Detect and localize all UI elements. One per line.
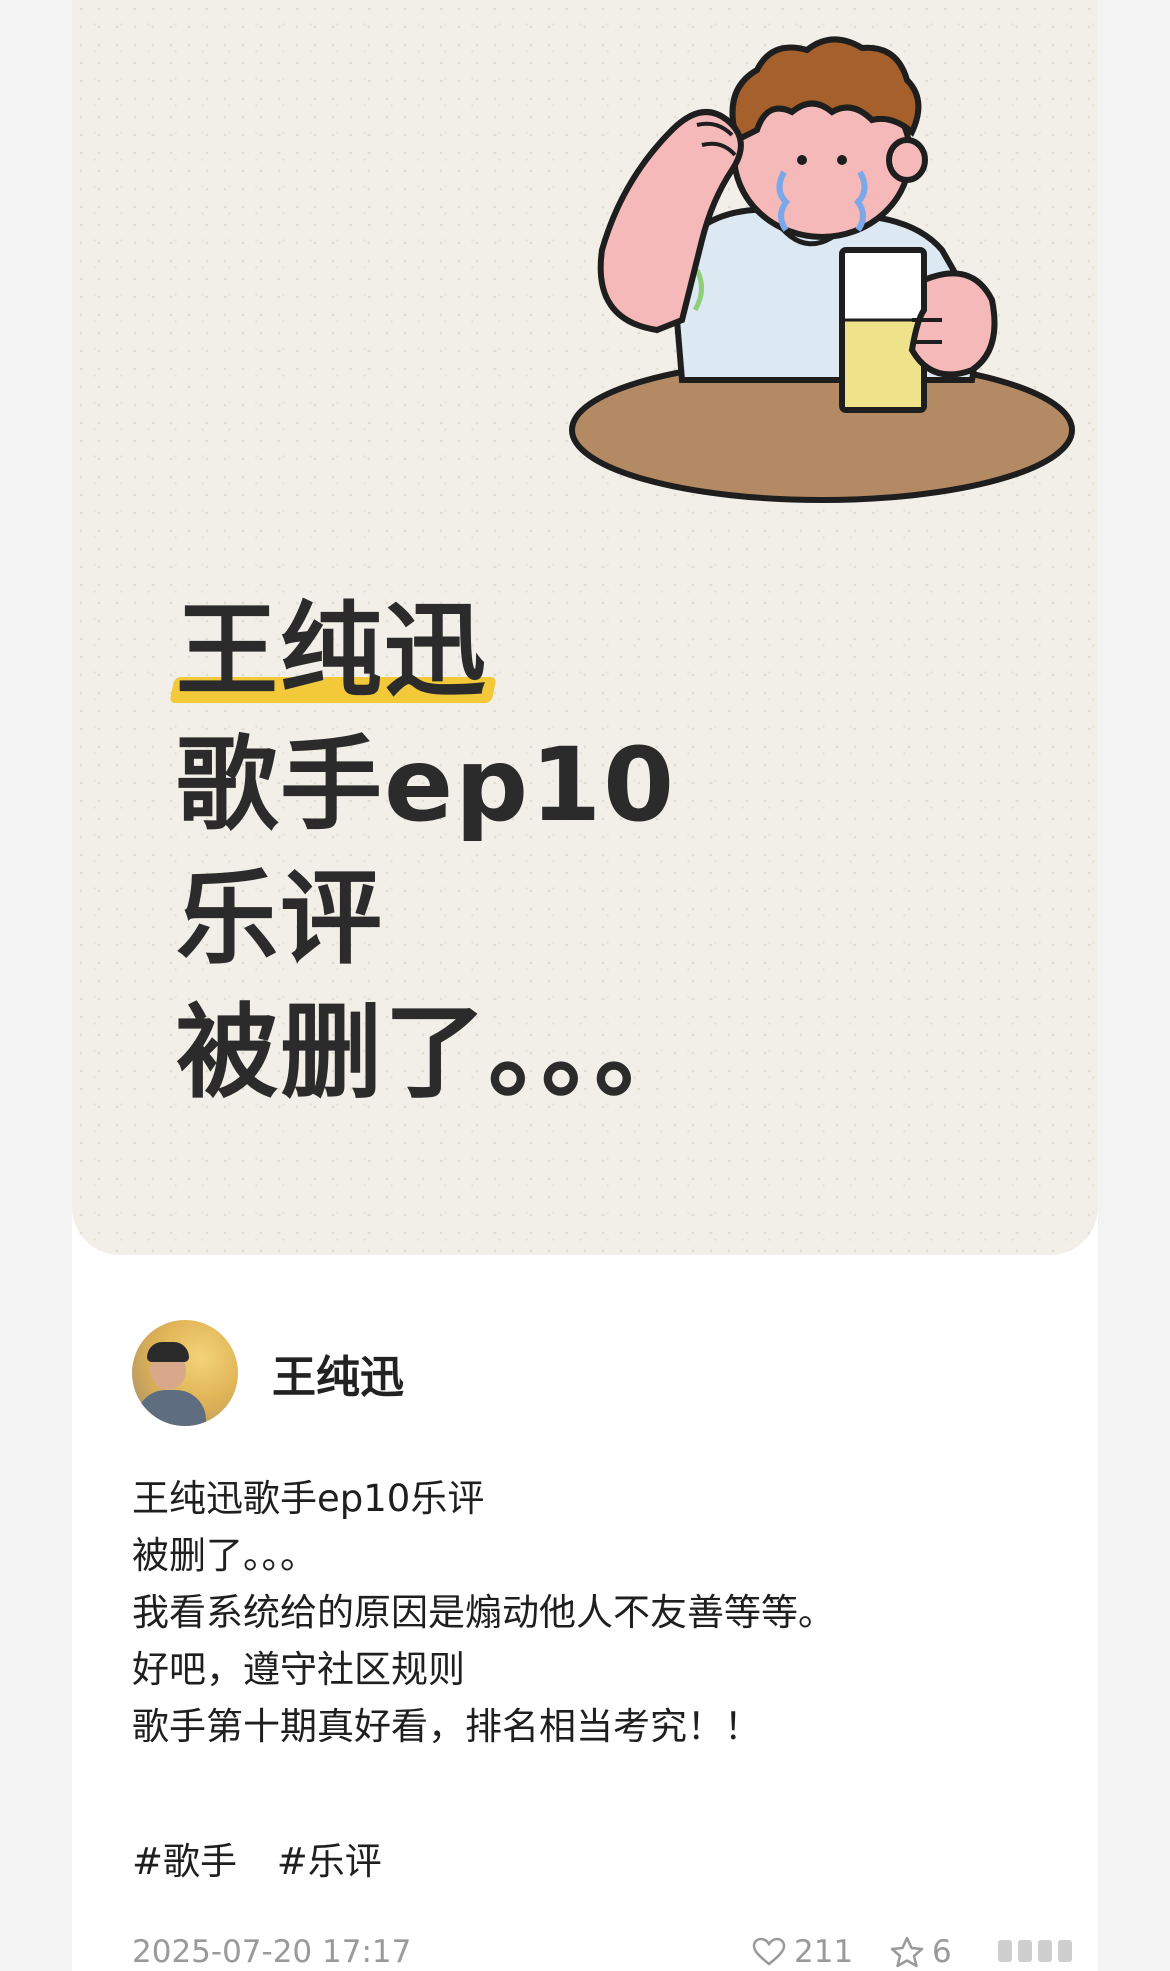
like-count: 211 (794, 1934, 854, 1970)
tag-list: #歌手 #乐评 (132, 1833, 410, 1890)
post-line: 好吧，遵守社区规则 (132, 1648, 465, 1691)
star-icon (890, 1936, 924, 1968)
tag-link[interactable]: #歌手 (132, 1840, 237, 1883)
post-line: 被删了。。。 (132, 1534, 317, 1577)
cover-title-line2: 歌手ep10 (176, 726, 677, 845)
cover-title-line4: 被删了。。。 (176, 994, 698, 1113)
like-button[interactable]: 211 (752, 1934, 853, 1970)
post-line: 我看系统给的原因是煽动他人不友善等等。 (132, 1591, 835, 1634)
more-icon[interactable] (998, 1940, 1072, 1962)
highlight-mark: 王纯迅 (176, 585, 488, 719)
post-body: 王纯迅歌手ep10乐评 被删了。。。 我看系统给的原因是煽动他人不友善等等。 好… (132, 1470, 835, 1755)
cover-title-line1: 王纯迅 (176, 592, 488, 711)
post-date: 2025-07-20 17:17 (132, 1934, 412, 1970)
author-row[interactable]: 王纯迅 (132, 1318, 404, 1428)
post-line: 歌手第十期真好看，排名相当考究！！ (132, 1705, 761, 1748)
post-meta: 2025-07-20 17:17 211 6 (132, 1926, 1132, 1971)
cover-image[interactable]: 王纯迅 歌手ep10 乐评 被删了。。。 (72, 0, 1098, 1255)
cover-title-line3: 乐评 (176, 860, 384, 979)
author-name[interactable]: 王纯迅 (272, 1341, 404, 1405)
tag-link[interactable]: #乐评 (277, 1840, 382, 1883)
favorite-button[interactable]: 6 (890, 1934, 952, 1970)
post-line: 王纯迅歌手ep10乐评 (132, 1477, 485, 1520)
favorite-count: 6 (932, 1934, 952, 1970)
post-card: 王纯迅 歌手ep10 乐评 被删了。。。 王纯迅 王纯迅歌手ep10乐评 被删了… (72, 0, 1098, 1971)
avatar[interactable] (132, 1320, 238, 1426)
cover-headline: 王纯迅 歌手ep10 乐评 被删了。。。 (176, 585, 698, 1121)
crying-boy-illustration (569, 36, 1075, 503)
heart-icon (752, 1937, 786, 1966)
